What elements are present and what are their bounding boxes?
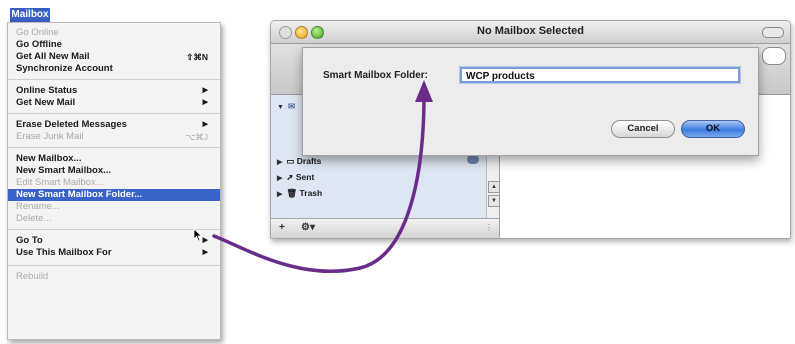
sidebar-disclosure-inbox[interactable]: ▼ ✉ — [277, 100, 295, 112]
submenu-arrow-icon: ▶ — [202, 249, 208, 256]
submenu-arrow-icon: ▶ — [202, 99, 208, 106]
menu-item-erase-junk-mail: Erase Junk Mail ⌥⌘J — [16, 131, 216, 143]
split-resize-handle[interactable]: ⋮ — [485, 223, 493, 232]
scroll-down-arrow-icon[interactable]: ▼ — [488, 195, 500, 207]
menu-separator — [8, 147, 220, 148]
menu-item-rename: Rename... — [16, 201, 216, 213]
menu-item-label: Go To — [16, 235, 43, 246]
menu-item-go-online: Go Online — [16, 27, 216, 39]
menu-item-shortcut: ⇧⌘N — [186, 52, 208, 62]
add-mailbox-button[interactable]: + — [279, 222, 285, 233]
menu-item-online-status[interactable]: Online Status ▶ — [16, 85, 216, 97]
sidebar-item-label: Sent — [295, 172, 315, 182]
sidebar-item-label: Drafts — [296, 156, 322, 166]
disclosure-triangle-icon: ▶ — [277, 159, 283, 166]
menu-separator — [8, 229, 220, 230]
drafts-icon: ▭ — [286, 156, 297, 166]
menu-item-label: Get New Mail — [16, 97, 76, 108]
submenu-arrow-icon: ▶ — [202, 87, 208, 94]
search-field[interactable] — [762, 47, 786, 65]
sent-icon: ➚ — [286, 172, 296, 182]
new-smart-mailbox-folder-sheet: Smart Mailbox Folder: WCP products Cance… — [302, 47, 759, 156]
menu-item-new-smart-mailbox-folder[interactable]: New Smart Mailbox Folder... — [8, 189, 220, 201]
mailbox-menu: Go Online Go Offline Get All New Mail ⇧⌘N… — [7, 22, 221, 340]
unread-count-badge — [467, 155, 479, 164]
menu-item-label: New Mailbox... — [16, 153, 82, 164]
smart-mailbox-folder-label: Smart Mailbox Folder: — [323, 70, 429, 81]
mailbox-menu-title[interactable]: Mailbox — [10, 8, 50, 22]
scroll-up-arrow-icon[interactable]: ▲ — [488, 181, 500, 193]
toolbar-toggle-button[interactable] — [762, 27, 784, 38]
action-gear-button[interactable]: ⚙▾ — [301, 222, 315, 233]
menu-item-label: Go Online — [16, 27, 59, 38]
menu-item-label: Use This Mailbox For — [16, 247, 112, 258]
mouse-pointer-icon — [193, 228, 203, 242]
ok-button[interactable]: OK — [681, 120, 745, 138]
menu-item-label: Erase Junk Mail — [16, 131, 84, 142]
cancel-button[interactable]: Cancel — [611, 120, 675, 138]
menu-item-use-this-mailbox-for[interactable]: Use This Mailbox For ▶ — [16, 247, 216, 259]
menu-item-go-offline[interactable]: Go Offline — [16, 39, 216, 51]
menu-item-label: Edit Smart Mailbox... — [16, 177, 104, 188]
menu-item-shortcut: ⌥⌘J — [185, 132, 208, 142]
sidebar-item-label: Trash — [299, 188, 323, 198]
disclosure-triangle-icon: ▶ — [277, 191, 283, 198]
menu-item-new-mailbox[interactable]: New Mailbox... — [16, 153, 216, 165]
sidebar-item-drafts[interactable]: ▶ ▭ Drafts — [277, 155, 321, 167]
menu-item-label: Go Offline — [16, 39, 62, 50]
menu-item-label: Synchronize Account — [16, 63, 113, 74]
menu-item-label: Erase Deleted Messages — [16, 119, 127, 130]
trash-icon: 🗑 — [286, 188, 300, 198]
menu-item-synchronize-account[interactable]: Synchronize Account — [16, 63, 216, 75]
menu-item-new-smart-mailbox[interactable]: New Smart Mailbox... — [16, 165, 216, 177]
sidebar-item-sent[interactable]: ▶ ➚ Sent — [277, 171, 314, 183]
smart-mailbox-folder-name-field[interactable]: WCP products — [460, 67, 740, 83]
menu-item-erase-deleted-messages[interactable]: Erase Deleted Messages ▶ — [16, 119, 216, 131]
menu-item-get-all-new-mail[interactable]: Get All New Mail ⇧⌘N — [16, 51, 216, 63]
menu-item-go-to[interactable]: Go To ▶ — [16, 235, 216, 247]
menu-item-label: Rebuild — [16, 271, 49, 282]
menu-separator — [8, 265, 220, 266]
menu-item-rebuild: Rebuild — [16, 271, 216, 283]
menu-separator — [8, 113, 220, 114]
menu-item-label: Delete... — [16, 213, 52, 224]
sidebar-action-bar: + ⚙▾ — [271, 218, 499, 238]
disclosure-triangle-icon: ▼ — [277, 104, 284, 111]
menu-item-label: Get All New Mail — [16, 51, 90, 62]
inbox-icon: ✉ — [287, 101, 296, 111]
menu-item-delete: Delete... — [16, 213, 216, 225]
menu-item-get-new-mail[interactable]: Get New Mail ▶ — [16, 97, 216, 109]
window-titlebar[interactable]: No Mailbox Selected — [271, 21, 790, 44]
menu-item-label: Rename... — [16, 201, 60, 212]
submenu-arrow-icon: ▶ — [202, 121, 208, 128]
submenu-arrow-icon: ▶ — [202, 237, 208, 244]
menu-item-label: New Smart Mailbox... — [16, 165, 112, 176]
menu-item-label: Online Status — [16, 85, 78, 96]
menu-item-edit-smart-mailbox: Edit Smart Mailbox... — [16, 177, 216, 189]
disclosure-triangle-icon: ▶ — [277, 175, 283, 182]
window-title: No Mailbox Selected — [477, 25, 584, 37]
menu-separator — [8, 79, 220, 80]
sidebar-item-trash[interactable]: ▶ 🗑 Trash — [277, 187, 322, 199]
menu-item-label: New Smart Mailbox Folder... — [16, 189, 143, 200]
